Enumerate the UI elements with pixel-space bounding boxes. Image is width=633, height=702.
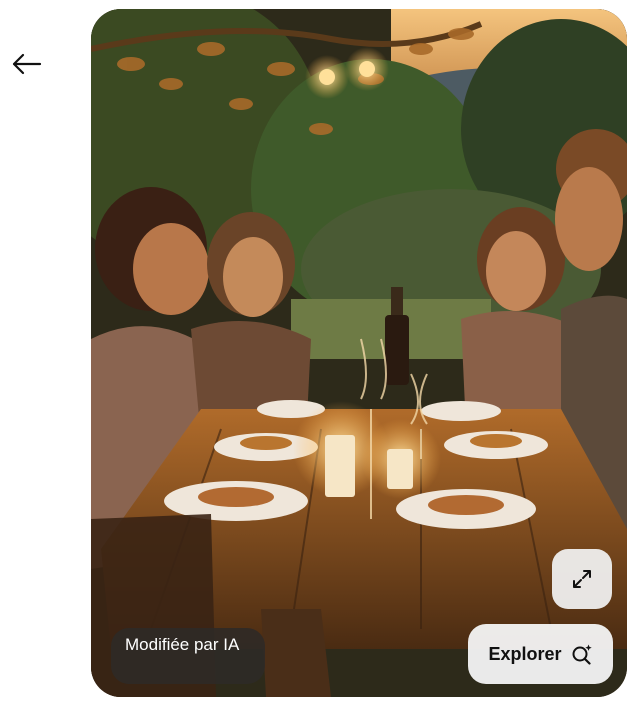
arrow-left-icon xyxy=(12,53,42,75)
pin-image-card[interactable]: Modifiée par IA Explorer xyxy=(91,9,627,697)
explore-button[interactable]: Explorer xyxy=(468,624,613,684)
visual-search-sparkle-icon xyxy=(572,644,592,665)
ai-modified-badge: Modifiée par IA xyxy=(111,628,265,684)
expand-button[interactable] xyxy=(552,549,612,609)
pin-closeup-page: Modifiée par IA Explorer xyxy=(0,0,633,702)
expand-arrows-icon xyxy=(573,570,591,588)
explore-button-label: Explorer xyxy=(488,643,562,664)
pin-photo xyxy=(91,9,627,697)
back-button[interactable] xyxy=(6,46,46,82)
